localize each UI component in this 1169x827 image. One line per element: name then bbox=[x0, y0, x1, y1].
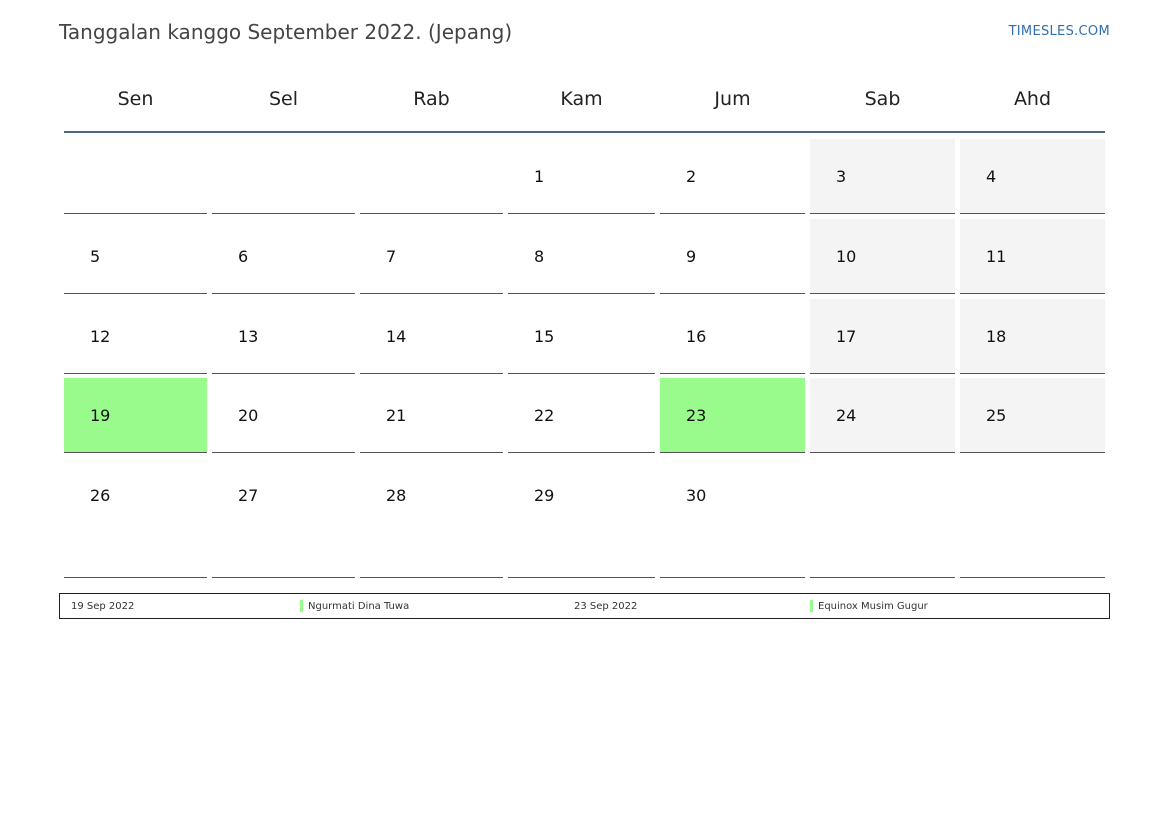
legend-name-text: Equinox Musim Gugur bbox=[818, 601, 928, 612]
day-cell[interactable]: 26 bbox=[64, 458, 207, 578]
holiday-legend: 19 Sep 2022 Ngurmati Dina Tuwa 23 Sep 20… bbox=[59, 593, 1110, 619]
day-number: 7 bbox=[386, 247, 397, 266]
day-number: 10 bbox=[836, 247, 857, 266]
page-title: Tanggalan kanggo September 2022. (Jepang… bbox=[59, 20, 513, 44]
day-cell[interactable] bbox=[212, 139, 355, 214]
day-cell[interactable]: 8 bbox=[508, 219, 655, 294]
day-cell[interactable]: 30 bbox=[660, 458, 805, 578]
site-link[interactable]: TIMESLES.COM bbox=[1009, 24, 1110, 39]
day-number: 9 bbox=[686, 247, 697, 266]
day-number: 12 bbox=[90, 327, 111, 346]
day-cell[interactable] bbox=[960, 458, 1105, 578]
day-cell[interactable]: 9 bbox=[660, 219, 805, 294]
day-number: 16 bbox=[686, 327, 707, 346]
day-number: 1 bbox=[534, 167, 545, 186]
day-number: 15 bbox=[534, 327, 555, 346]
day-cell[interactable]: 12 bbox=[64, 299, 207, 374]
day-cell[interactable]: 3 bbox=[810, 139, 955, 214]
day-number: 27 bbox=[238, 486, 259, 505]
day-cell[interactable]: 15 bbox=[508, 299, 655, 374]
weekday-sat: Sab bbox=[864, 88, 901, 110]
day-number: 17 bbox=[836, 327, 857, 346]
day-cell[interactable]: 22 bbox=[508, 378, 655, 453]
weekday-tue: Sel bbox=[268, 88, 299, 110]
day-cell[interactable]: 25 bbox=[960, 378, 1105, 453]
day-number: 25 bbox=[986, 406, 1007, 425]
day-number: 11 bbox=[986, 247, 1007, 266]
day-number: 19 bbox=[90, 406, 111, 425]
day-number: 23 bbox=[686, 406, 707, 425]
day-cell[interactable] bbox=[360, 139, 503, 214]
holiday-swatch bbox=[300, 600, 303, 612]
day-number: 20 bbox=[238, 406, 259, 425]
day-cell[interactable]: 29 bbox=[508, 458, 655, 578]
holiday-swatch bbox=[810, 600, 813, 612]
weekday-sun: Ahd bbox=[1013, 88, 1052, 110]
day-number: 26 bbox=[90, 486, 111, 505]
day-number: 4 bbox=[986, 167, 997, 186]
day-cell[interactable]: 28 bbox=[360, 458, 503, 578]
day-number: 28 bbox=[386, 486, 407, 505]
day-number: 3 bbox=[836, 167, 847, 186]
day-number: 6 bbox=[238, 247, 249, 266]
day-cell[interactable]: 24 bbox=[810, 378, 955, 453]
day-number: 24 bbox=[836, 406, 857, 425]
day-cell[interactable]: 16 bbox=[660, 299, 805, 374]
day-cell[interactable] bbox=[810, 458, 955, 578]
day-cell[interactable]: 14 bbox=[360, 299, 503, 374]
day-number: 30 bbox=[686, 486, 707, 505]
day-cell-holiday[interactable]: 19 bbox=[64, 378, 207, 453]
day-cell[interactable]: 17 bbox=[810, 299, 955, 374]
weekday-fri: Jum bbox=[714, 88, 751, 110]
day-number: 5 bbox=[90, 247, 101, 266]
day-number: 29 bbox=[534, 486, 555, 505]
day-cell[interactable]: 1 bbox=[508, 139, 655, 214]
day-cell[interactable]: 6 bbox=[212, 219, 355, 294]
day-cell[interactable]: 2 bbox=[660, 139, 805, 214]
weekday-thu: Kam bbox=[560, 88, 603, 110]
legend-name-text: Ngurmati Dina Tuwa bbox=[308, 601, 410, 612]
day-number: 22 bbox=[534, 406, 555, 425]
weekday-wed: Rab bbox=[413, 88, 450, 110]
day-cell[interactable]: 21 bbox=[360, 378, 503, 453]
day-cell[interactable]: 4 bbox=[960, 139, 1105, 214]
day-cell-holiday[interactable]: 23 bbox=[660, 378, 805, 453]
day-cell[interactable]: 27 bbox=[212, 458, 355, 578]
day-cell[interactable]: 20 bbox=[212, 378, 355, 453]
day-number: 13 bbox=[238, 327, 259, 346]
day-cell[interactable]: 13 bbox=[212, 299, 355, 374]
legend-holiday-name: Ngurmati Dina Tuwa bbox=[300, 600, 410, 612]
day-cell[interactable]: 10 bbox=[810, 219, 955, 294]
day-cell[interactable]: 7 bbox=[360, 219, 503, 294]
legend-holiday-name: Equinox Musim Gugur bbox=[810, 600, 928, 612]
legend-date: 19 Sep 2022 bbox=[71, 601, 135, 612]
day-number: 8 bbox=[534, 247, 545, 266]
day-number: 18 bbox=[986, 327, 1007, 346]
day-number: 2 bbox=[686, 167, 697, 186]
day-number: 21 bbox=[386, 406, 407, 425]
day-cell[interactable]: 18 bbox=[960, 299, 1105, 374]
day-cell[interactable] bbox=[64, 139, 207, 214]
day-cell[interactable]: 5 bbox=[64, 219, 207, 294]
day-cell[interactable]: 11 bbox=[960, 219, 1105, 294]
weekday-mon: Sen bbox=[117, 88, 154, 110]
legend-date: 23 Sep 2022 bbox=[574, 601, 638, 612]
header-divider bbox=[64, 131, 1105, 133]
weekday-header: Sen Sel Rab Kam Jum Sab Ahd bbox=[64, 86, 1105, 116]
day-number: 14 bbox=[386, 327, 407, 346]
